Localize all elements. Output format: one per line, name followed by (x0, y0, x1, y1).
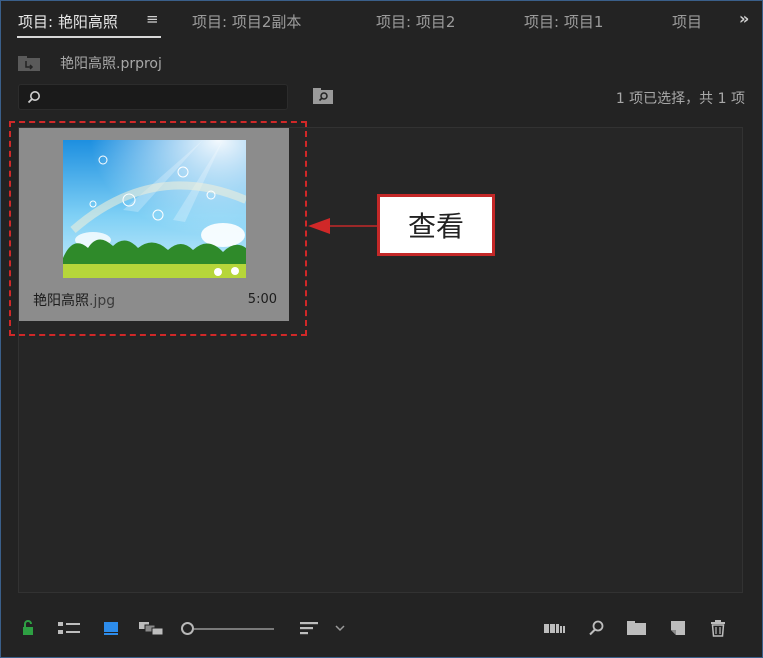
tab-project-2[interactable]: 项目: 项目2 (376, 11, 455, 32)
panel-menu-icon[interactable]: ≡ (146, 10, 159, 28)
project-file-name: 艳阳高照.prproj (60, 56, 162, 72)
tab-project-1[interactable]: 项目: 项目1 (524, 11, 603, 32)
annotation-highlight (9, 121, 307, 336)
freeform-view-icon[interactable] (139, 620, 165, 636)
annotation-arrow-icon (308, 218, 380, 234)
find-in-bin-icon[interactable] (313, 88, 333, 104)
tab-project-yanyang[interactable]: 项目: 艳阳高照 (18, 11, 118, 32)
find-icon[interactable] (588, 620, 604, 636)
chevron-down-icon[interactable] (334, 620, 346, 636)
icon-view-icon[interactable] (103, 620, 119, 636)
tab-project-truncated[interactable]: 项目 (672, 11, 702, 32)
new-item-icon[interactable] (670, 620, 686, 636)
tab-bar: 项目: 艳阳高照 ≡ 项目: 项目2副本 项目: 项目2 项目: 项目1 项目 … (1, 1, 762, 41)
tab-project-copy[interactable]: 项目: 项目2副本 (192, 11, 301, 32)
new-bin-icon[interactable] (627, 620, 647, 636)
annotation-callout: 查看 (377, 194, 495, 256)
tab-overflow-icon[interactable]: » (739, 9, 749, 28)
list-view-icon[interactable] (58, 620, 82, 636)
search-icon (27, 91, 40, 104)
zoom-slider-handle[interactable] (181, 622, 194, 635)
zoom-slider[interactable] (194, 628, 274, 630)
automate-to-sequence-icon[interactable] (544, 620, 568, 636)
active-tab-indicator (17, 36, 161, 38)
trash-icon[interactable] (710, 620, 726, 637)
selection-status: 1 项已选择，共 1 项 (615, 91, 745, 107)
project-file-icon (18, 56, 40, 71)
search-input[interactable] (18, 84, 288, 110)
sort-icon[interactable] (300, 620, 322, 636)
lock-icon[interactable] (22, 620, 34, 636)
